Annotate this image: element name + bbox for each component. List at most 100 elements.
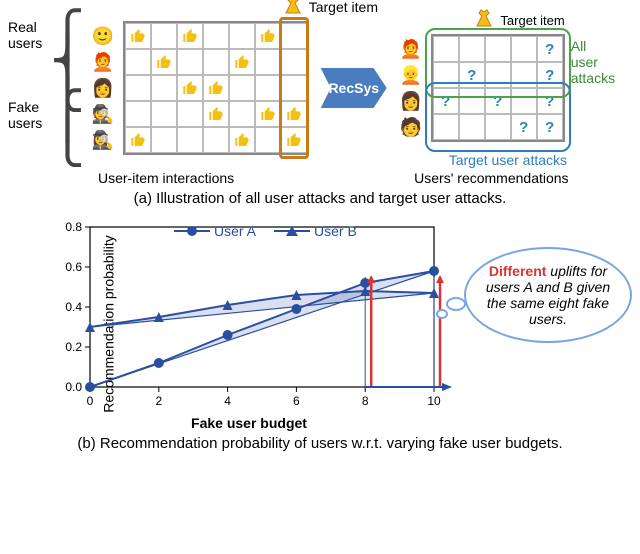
thought-diff-word: Different [489, 263, 547, 279]
cell [151, 23, 177, 49]
cell [511, 62, 537, 88]
cell [229, 127, 255, 153]
panel-a-figure: Real users Fake users ⎧⎨⎩ ⎧⎩ 🙂 🧑‍🦰 👩 🕵️ … [8, 8, 632, 207]
target-item-label-left: Target item [281, 0, 378, 19]
cell [433, 62, 459, 88]
panel-a-row: Real users Fake users ⎧⎨⎩ ⎧⎩ 🙂 🧑‍🦰 👩 🕵️ … [8, 8, 632, 168]
cell [203, 75, 229, 101]
cell [255, 23, 281, 49]
cell [229, 23, 255, 49]
chart-legend: User A User B [174, 223, 357, 239]
cell-question: ? [433, 88, 459, 114]
legend-user-b: User B [274, 223, 357, 239]
cell [485, 114, 511, 140]
cell-question: ? [511, 114, 537, 140]
avatar: 👩 [399, 88, 423, 114]
cell [281, 101, 307, 127]
cell-question: ? [459, 62, 485, 88]
cell [511, 36, 537, 62]
avatar-user3: 👩 [91, 75, 115, 101]
interaction-matrix: Target item [123, 21, 309, 155]
cell [177, 49, 203, 75]
dress-icon [281, 0, 305, 19]
cell [229, 101, 255, 127]
cell [255, 127, 281, 153]
right-user-avatars: 🧑‍🦰 👱 👩 🧑 [399, 36, 423, 140]
svg-text:0: 0 [87, 394, 94, 408]
recsys-arrow: RecSys [315, 68, 393, 108]
svg-text:8: 8 [362, 394, 369, 408]
thought-bubble: Different uplifts for users A and B give… [464, 247, 632, 343]
svg-text:6: 6 [293, 394, 300, 408]
cell [125, 23, 151, 49]
dress-icon [472, 8, 496, 32]
cell [229, 49, 255, 75]
chart-area: User A User B 0.00.20.40.60.80246810 [44, 217, 454, 417]
cell [151, 49, 177, 75]
cell [125, 101, 151, 127]
all-user-attacks-label: All user attacks [571, 38, 615, 86]
cell-question: ? [537, 88, 563, 114]
avatar: 🧑 [399, 114, 423, 140]
brace-icon: ⎧⎨⎩ ⎧⎩ [50, 23, 85, 153]
avatar-user2: 🧑‍🦰 [91, 49, 115, 75]
cell [281, 127, 307, 153]
cell [255, 101, 281, 127]
chart-svg: 0.00.20.40.60.80246810 [44, 217, 454, 417]
cell [281, 23, 307, 49]
panel-a-caption: (a) Illustration of all user attacks and… [8, 190, 632, 207]
cell [151, 101, 177, 127]
panel-b-caption: (b) Recommendation probability of users … [8, 435, 632, 452]
chart-xlabel: Fake user budget [44, 415, 454, 431]
real-users-label: Real users [8, 19, 42, 51]
cell [151, 75, 177, 101]
avatar-user1: 🙂 [91, 23, 115, 49]
avatar: 👱 [399, 62, 423, 88]
cell [125, 49, 151, 75]
cell [485, 62, 511, 88]
cell [281, 49, 307, 75]
recommendation-matrix: Target item ? ? ? ? ? ? [431, 34, 565, 142]
cell [485, 36, 511, 62]
cell [203, 49, 229, 75]
svg-text:0.4: 0.4 [65, 300, 82, 314]
cell [177, 127, 203, 153]
cell [203, 101, 229, 127]
cell-question: ? [485, 88, 511, 114]
cell [203, 23, 229, 49]
avatar-fake1: 🕵️ [91, 101, 115, 127]
cell [255, 75, 281, 101]
svg-text:0.6: 0.6 [65, 260, 82, 274]
right-matrix-caption: Users' recommendations [414, 170, 568, 186]
cell [459, 114, 485, 140]
cell [433, 114, 459, 140]
cell [177, 75, 203, 101]
cell [281, 75, 307, 101]
cell [459, 88, 485, 114]
svg-text:10: 10 [427, 394, 441, 408]
left-matrix-caption: User-item interactions [98, 170, 234, 186]
cell [151, 127, 177, 153]
cell [125, 75, 151, 101]
legend-user-a: User A [174, 223, 256, 239]
svg-text:0.8: 0.8 [65, 220, 82, 234]
svg-text:0.2: 0.2 [65, 340, 82, 354]
cell [229, 75, 255, 101]
cell [125, 127, 151, 153]
target-user-attacks-label: Target user attacks [449, 152, 567, 168]
cell [177, 101, 203, 127]
user-group-labels: Real users Fake users [8, 8, 42, 168]
fake-users-label: Fake users [8, 99, 42, 131]
avatar-fake2: 🕵️‍♀️ [91, 127, 115, 153]
interaction-grid [123, 21, 309, 155]
panel-b-figure: Recommendation probability User A User B… [8, 217, 632, 452]
target-item-right: Target item [472, 8, 564, 32]
cell [177, 23, 203, 49]
cell-question: ? [537, 62, 563, 88]
left-user-avatars: 🙂 🧑‍🦰 👩 🕵️ 🕵️‍♀️ [91, 23, 115, 153]
recsys-block: RecSys [321, 68, 387, 108]
cell-question: ? [537, 114, 563, 140]
recommendation-grid: ? ? ? ? ? ? ? ? [431, 34, 565, 142]
svg-text:0.0: 0.0 [65, 380, 82, 394]
avatar: 🧑‍🦰 [399, 36, 423, 62]
